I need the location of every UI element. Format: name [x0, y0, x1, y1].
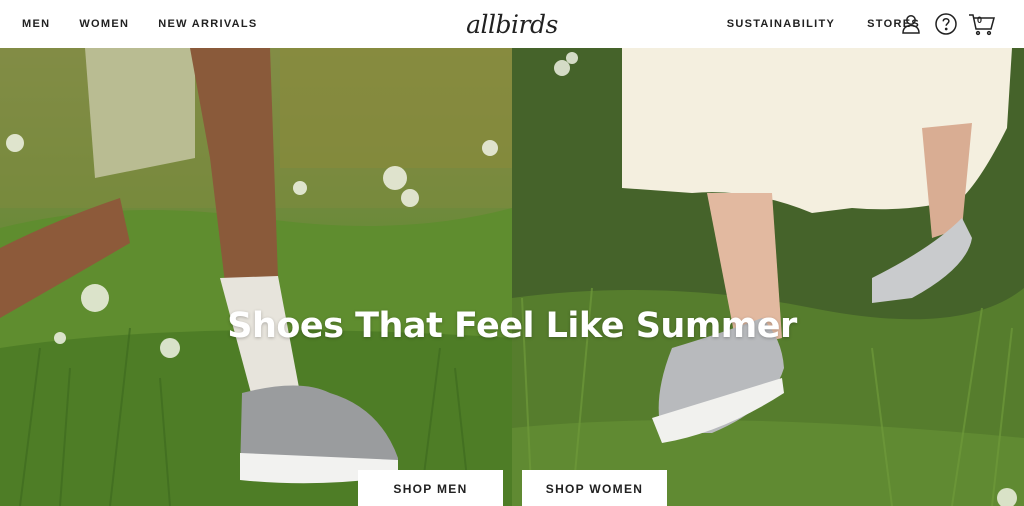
nav-link-sustainability[interactable]: SUSTAINABILITY — [727, 18, 835, 30]
account-icon[interactable] — [899, 12, 923, 36]
help-icon[interactable] — [934, 12, 958, 36]
hero-banner: Shoes That Feel Like Summer SHOP MEN SHO… — [0, 48, 1024, 506]
cart-count: 0 — [977, 15, 983, 25]
nav-link-men[interactable]: MEN — [22, 18, 50, 30]
primary-nav: MEN WOMEN NEW ARRIVALS — [22, 0, 258, 48]
hero-image-women — [512, 48, 1024, 506]
top-navigation: MEN WOMEN NEW ARRIVALS allbirds SUSTAINA… — [0, 0, 1024, 48]
shop-women-button[interactable]: SHOP WOMEN — [522, 470, 667, 506]
hero-image-men — [0, 48, 512, 506]
secondary-nav: SUSTAINABILITY STORES — [727, 0, 920, 48]
nav-link-new-arrivals[interactable]: NEW ARRIVALS — [158, 18, 257, 30]
hero-headline: Shoes That Feel Like Summer — [227, 306, 797, 346]
allbirds-logo[interactable]: allbirds — [462, 8, 562, 42]
cart-icon[interactable]: 0 — [968, 12, 996, 36]
nav-link-women[interactable]: WOMEN — [79, 18, 129, 30]
shop-men-button[interactable]: SHOP MEN — [358, 470, 503, 506]
